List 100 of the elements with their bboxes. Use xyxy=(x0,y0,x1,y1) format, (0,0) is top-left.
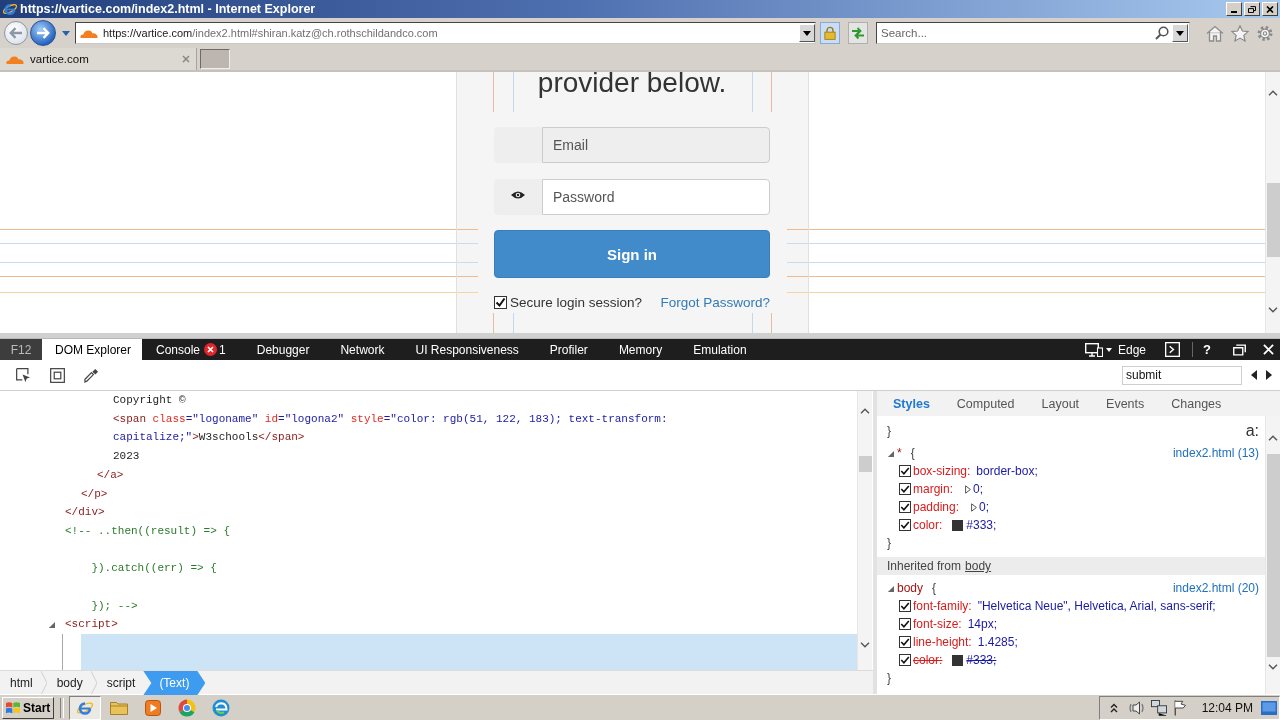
source-link[interactable]: index2.html (20) xyxy=(1172,581,1259,595)
forward-button[interactable] xyxy=(30,20,56,46)
styles-tab[interactable]: Styles xyxy=(893,396,930,411)
styles-tab[interactable]: Layout xyxy=(1041,396,1080,411)
scrollbar[interactable] xyxy=(1265,416,1280,694)
address-dropdown-button[interactable] xyxy=(799,24,815,42)
pseudo-class-toggle[interactable]: a: xyxy=(1245,422,1259,440)
markup-line[interactable]: </a> xyxy=(97,465,857,485)
scrollbar-thumb[interactable] xyxy=(858,456,872,472)
property-value[interactable]: 14px; xyxy=(967,617,998,631)
devtools-tab[interactable]: Emulation xyxy=(679,339,764,360)
minimize-button[interactable] xyxy=(1226,2,1242,16)
expand-triangle-icon[interactable] xyxy=(887,584,894,592)
clock[interactable]: 12:04 PM xyxy=(1201,700,1253,715)
property-name[interactable]: box-sizing: xyxy=(913,464,971,478)
expand-triangle-icon[interactable] xyxy=(971,502,978,512)
devtools-tab[interactable]: Profiler xyxy=(535,339,605,360)
scrollbar-thumb[interactable] xyxy=(1266,183,1280,257)
star-icon[interactable] xyxy=(1231,24,1249,42)
property-name[interactable]: line-height: xyxy=(913,635,972,649)
sign-in-button[interactable]: Sign in xyxy=(494,230,770,278)
monitor-icon[interactable] xyxy=(1085,342,1103,357)
devtools-tab[interactable]: DOM Explorer xyxy=(42,339,142,360)
property-value[interactable]: #333; xyxy=(966,653,997,667)
devtools-tab[interactable]: Debugger xyxy=(242,339,327,360)
text-node[interactable] xyxy=(81,634,857,670)
checkbox[interactable] xyxy=(899,636,911,648)
find-field[interactable]: submit xyxy=(1122,365,1242,385)
triangle-left-icon[interactable] xyxy=(1251,370,1257,380)
checkbox[interactable] xyxy=(899,501,911,513)
settings-icon[interactable] xyxy=(1256,24,1274,42)
property-value[interactable]: 0; xyxy=(979,500,990,514)
checkbox[interactable] xyxy=(899,654,911,666)
scrollbar[interactable] xyxy=(857,391,872,670)
devtools-tab[interactable]: UI Responsiveness xyxy=(401,339,536,360)
chevron-up-icon[interactable] xyxy=(1268,90,1278,96)
checkbox[interactable] xyxy=(899,483,911,495)
text-node[interactable]: 2023 xyxy=(113,447,857,466)
select-element-icon[interactable] xyxy=(16,367,31,383)
compatibility-button[interactable] xyxy=(848,22,868,44)
home-icon[interactable] xyxy=(1206,24,1224,42)
restore-icon[interactable] xyxy=(1233,343,1246,356)
property-name[interactable]: margin: xyxy=(913,482,953,496)
breadcrumb-item[interactable]: script xyxy=(96,671,144,695)
checkbox[interactable] xyxy=(899,618,911,630)
breadcrumb-item[interactable]: html xyxy=(0,671,41,695)
chevron-up-icon[interactable] xyxy=(1109,702,1118,713)
search-dropdown-button[interactable] xyxy=(1172,24,1188,42)
breadcrumb-item[interactable]: body xyxy=(46,671,91,695)
caret-down-icon[interactable] xyxy=(1106,347,1112,352)
property-value[interactable]: border-box; xyxy=(976,464,1038,478)
search-field[interactable]: Search... xyxy=(876,22,1190,44)
forgot-password-link[interactable]: Forgot Password? xyxy=(660,294,770,310)
property-name[interactable]: color: xyxy=(913,518,943,532)
chevron-down-icon[interactable] xyxy=(1268,664,1278,670)
chevron-up-icon[interactable] xyxy=(1268,435,1278,441)
show-desktop-icon[interactable] xyxy=(1261,700,1277,715)
color-swatch-icon[interactable] xyxy=(952,654,964,666)
markup-line[interactable]: </p> xyxy=(81,484,857,504)
expand-triangle-icon[interactable] xyxy=(48,621,55,629)
property-name[interactable]: font-family: xyxy=(913,599,972,613)
document-mode-button[interactable]: Edge xyxy=(1112,342,1147,357)
restore-button[interactable] xyxy=(1244,2,1260,16)
styles-tab[interactable]: Events xyxy=(1106,396,1145,411)
network-icon[interactable] xyxy=(1149,699,1168,716)
triangle-right-icon[interactable] xyxy=(1266,370,1272,380)
scrollbar[interactable] xyxy=(1265,72,1280,333)
property-name[interactable]: padding: xyxy=(913,500,960,514)
address-bar[interactable]: https://vartice.com/index2.html#shiran.katz@ch.rothschildandco.com xyxy=(75,22,816,44)
checkbox[interactable] xyxy=(899,519,911,531)
property-value[interactable]: 0; xyxy=(973,482,984,496)
inherited-source-link[interactable]: body xyxy=(965,559,992,573)
checkbox[interactable] xyxy=(494,295,507,309)
password-field[interactable]: Password xyxy=(542,179,770,215)
speaker-icon[interactable] xyxy=(1127,699,1146,716)
property-value[interactable]: #333; xyxy=(966,518,997,532)
eyedropper-icon[interactable] xyxy=(84,367,99,383)
chevron-up-icon[interactable] xyxy=(860,408,870,414)
search-icon[interactable] xyxy=(1155,26,1169,40)
expand-triangle-icon[interactable] xyxy=(887,449,894,457)
browser-tab[interactable]: vartice.com xyxy=(0,48,197,70)
color-swatch-icon[interactable] xyxy=(952,519,964,531)
checkbox[interactable] xyxy=(899,465,911,477)
markup-line[interactable]: </div> xyxy=(65,503,857,522)
property-name[interactable]: color: xyxy=(913,653,943,667)
markup-line[interactable]: <span class="logoname" id="logona2" style="color: rgb(51, 122, 183); text-transform: capitalize;">W3schools</span> xyxy=(113,409,857,448)
devtools-tab[interactable]: Console 1 xyxy=(142,339,243,360)
chevron-down-icon[interactable] xyxy=(860,642,870,648)
code-comment[interactable]: <!-- ..then((result) => { }).catch((err) => { }); --> xyxy=(65,521,857,616)
scrollbar-thumb[interactable] xyxy=(1266,454,1280,657)
devtools-tab[interactable]: Network xyxy=(326,339,402,360)
checkbox[interactable] xyxy=(899,600,911,612)
property-value[interactable]: 1.4285; xyxy=(977,635,1018,649)
text-node[interactable]: Copyright © xyxy=(113,391,857,410)
taskbar-app-button[interactable] xyxy=(69,695,101,720)
square-icon[interactable] xyxy=(50,367,65,383)
source-link[interactable]: index2.html (13) xyxy=(1172,446,1259,460)
eye-icon[interactable] xyxy=(511,190,525,200)
start-button[interactable]: Start xyxy=(2,696,54,719)
styles-tab[interactable]: Changes xyxy=(1171,396,1222,411)
